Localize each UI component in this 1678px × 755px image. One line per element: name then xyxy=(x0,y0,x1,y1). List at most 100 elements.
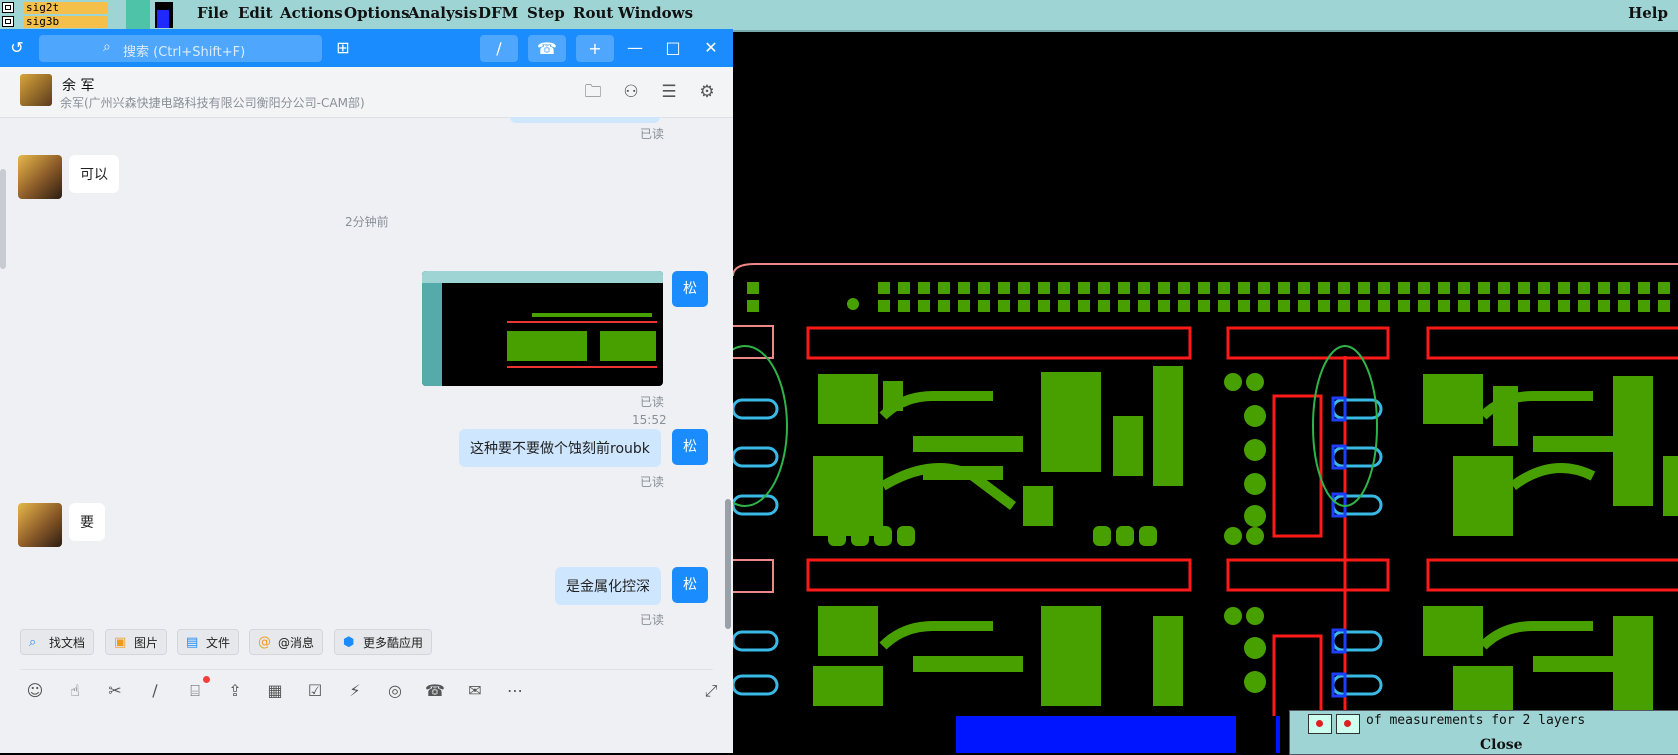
incoming-message[interactable]: 可以 xyxy=(69,155,119,193)
mail-icon[interactable]: ✉ xyxy=(464,680,486,702)
image-thumb-menubar xyxy=(422,271,663,283)
emoji-icon[interactable]: ☺ xyxy=(24,680,46,702)
cam-menubar: File Edit Actions Options Analysis DFM S… xyxy=(176,0,1678,32)
menu-step[interactable]: Step xyxy=(527,4,565,22)
upload-icon[interactable]: ⇪ xyxy=(224,680,246,702)
smd-pad xyxy=(1338,300,1350,312)
find-doc-button[interactable]: ⌕ 找文档 xyxy=(20,629,95,655)
image-button[interactable]: ▣ 图片 xyxy=(105,629,168,655)
menu-rout[interactable]: Rout xyxy=(573,4,613,22)
divider xyxy=(20,669,713,670)
notification-dot xyxy=(203,676,210,683)
add-member-icon[interactable]: ⚇ xyxy=(620,81,642,103)
calendar-icon[interactable]: ▦ xyxy=(264,680,286,702)
lightning-icon[interactable]: ⚡ xyxy=(344,680,366,702)
smd-pad xyxy=(1398,282,1410,294)
smd-pad xyxy=(1038,282,1050,294)
scissors-icon[interactable]: ✂ xyxy=(104,680,126,702)
smd-pad xyxy=(1458,300,1470,312)
contact-name[interactable]: 余 军 xyxy=(62,75,94,95)
self-avatar[interactable]: 松 xyxy=(672,271,708,307)
smd-pad xyxy=(1098,300,1110,312)
menu-actions[interactable]: Actions xyxy=(280,4,343,22)
read-status: 已读 xyxy=(640,395,665,409)
minimize-icon[interactable]: — xyxy=(624,37,646,59)
smd-pad xyxy=(1518,300,1530,312)
menu-options[interactable]: Options xyxy=(344,4,410,22)
image-thumb-copper xyxy=(600,331,656,361)
layer-row-sig3b[interactable]: sig3b xyxy=(2,15,122,28)
smd-pad xyxy=(1638,282,1650,294)
layer-checkbox[interactable] xyxy=(2,2,14,13)
previous-bubble xyxy=(510,117,660,123)
menu-file[interactable]: File xyxy=(197,4,229,22)
read-status: 已读 xyxy=(640,613,665,627)
cam-status-block xyxy=(956,716,1236,753)
avatar[interactable] xyxy=(20,74,52,106)
image-message[interactable] xyxy=(422,271,663,386)
magic-wand-icon[interactable]: ∕ xyxy=(480,35,518,62)
more-apps-button[interactable]: ⬢ 更多酷应用 xyxy=(334,629,433,655)
apps-icon[interactable]: ⊞ xyxy=(332,37,354,59)
smd-pad xyxy=(918,300,930,312)
scrollbar[interactable] xyxy=(725,499,731,629)
smd-pad xyxy=(1578,300,1590,312)
smd-pad xyxy=(1358,300,1370,312)
panel-record-button[interactable] xyxy=(1308,714,1332,734)
read-status: 已读 xyxy=(640,127,665,141)
layer-checkbox[interactable] xyxy=(2,16,14,27)
panel-record-button[interactable] xyxy=(1336,714,1360,734)
menu-help[interactable]: Help xyxy=(1628,4,1668,22)
panel-close-button[interactable]: Close xyxy=(1480,737,1523,753)
plus-icon[interactable]: + xyxy=(576,35,614,62)
avatar[interactable] xyxy=(18,155,62,199)
folder-icon[interactable]: 🗀 xyxy=(582,81,604,103)
history-icon[interactable]: ↺ xyxy=(6,37,28,59)
search-history-icon[interactable]: ☰ xyxy=(658,81,680,103)
maximize-icon[interactable]: □ xyxy=(662,37,684,59)
image-thumb-outline xyxy=(507,366,657,368)
layer-color-swatch[interactable] xyxy=(155,2,173,28)
quick-label: @消息 xyxy=(278,636,315,650)
search-icon: ⌕ xyxy=(103,39,111,55)
smd-pad xyxy=(1558,282,1570,294)
file-button[interactable]: ▤ 文件 xyxy=(177,629,240,655)
settings-icon[interactable]: ⚙ xyxy=(696,81,718,103)
smd-pad xyxy=(1238,282,1250,294)
smd-pad xyxy=(1538,300,1550,312)
call-icon[interactable]: ☎ xyxy=(528,35,566,62)
scrollbar[interactable] xyxy=(0,169,6,269)
expand-icon[interactable]: ⤢ xyxy=(700,680,722,702)
smd-pad xyxy=(1338,282,1350,294)
like-icon[interactable]: ☝ xyxy=(64,680,86,702)
menu-edit[interactable]: Edit xyxy=(238,4,273,22)
outgoing-message[interactable]: 是金属化控深 xyxy=(555,567,661,605)
smd-pad xyxy=(1318,300,1330,312)
mention-button[interactable]: @ @消息 xyxy=(249,629,324,655)
self-avatar[interactable]: 松 xyxy=(672,429,708,465)
smd-pad xyxy=(1618,282,1630,294)
close-icon[interactable]: ✕ xyxy=(700,37,722,59)
voice-call-icon[interactable]: ☎ xyxy=(424,680,446,702)
outgoing-message[interactable]: 这种要不要做个蚀刻前roubk xyxy=(459,429,661,467)
smd-pad xyxy=(1098,282,1110,294)
more-icon[interactable]: ⋯ xyxy=(504,680,526,702)
smd-pad xyxy=(938,282,950,294)
smd-pad xyxy=(1658,300,1670,312)
search-input[interactable]: ⌕ 搜索 (Ctrl+Shift+F) xyxy=(39,35,322,62)
slash-command-icon[interactable]: ∕ xyxy=(144,680,166,702)
menu-windows[interactable]: Windows xyxy=(618,4,693,22)
smd-pad xyxy=(1418,300,1430,312)
menu-analysis[interactable]: Analysis xyxy=(408,4,477,22)
pcb-canvas[interactable] xyxy=(733,36,1678,716)
doc-plus-icon[interactable]: ⌸ xyxy=(184,680,206,702)
menu-dfm[interactable]: DFM xyxy=(478,4,518,22)
todo-icon[interactable]: ☑ xyxy=(304,680,326,702)
incoming-message[interactable]: 要 xyxy=(69,503,105,541)
avatar[interactable] xyxy=(18,503,62,547)
share-screen-icon[interactable]: ◎ xyxy=(384,680,406,702)
smd-pad xyxy=(1078,282,1090,294)
layer-row-sig2t[interactable]: sig2t xyxy=(2,1,122,14)
layer-color-swatch[interactable] xyxy=(126,0,150,30)
self-avatar[interactable]: 松 xyxy=(672,567,708,603)
